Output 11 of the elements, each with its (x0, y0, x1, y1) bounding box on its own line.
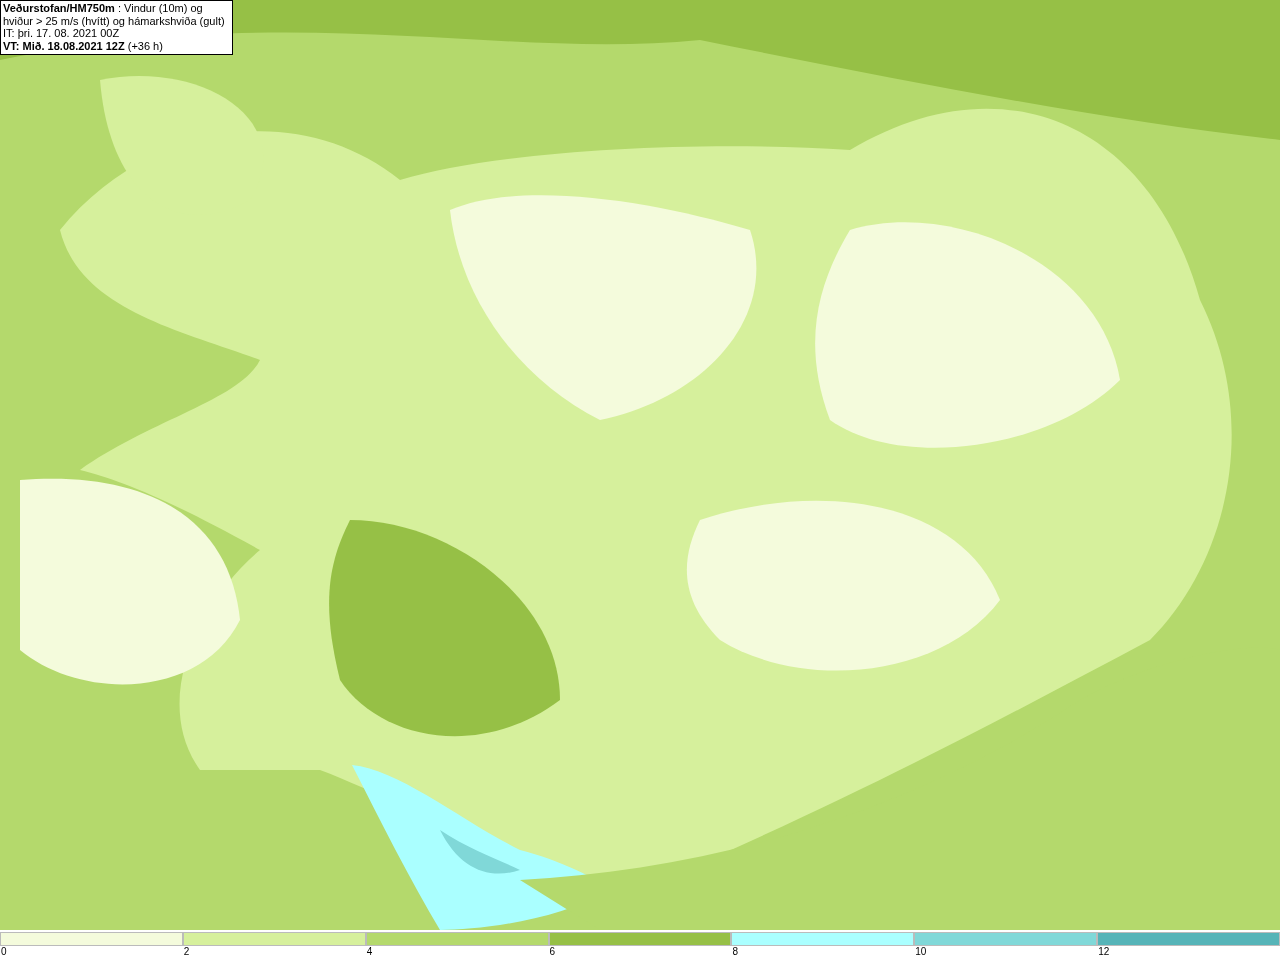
legend-label: 8 (732, 946, 738, 957)
legend-label: 10 (915, 946, 927, 957)
title-line: Veðurstofan/HM750m : Vindur (10m) og (3, 2, 204, 15)
title-line: VT: Mið. 18.08.2021 12Z (+36 h) (3, 39, 164, 52)
legend-label: 6 (549, 946, 556, 957)
legend-label: 0 (1, 946, 7, 957)
title-line: hviður > 25 m/s (hvítt) og hámarkshviða (gult) (3, 14, 226, 27)
title-line: IT: þri. 17. 08. 2021 00Z (3, 27, 121, 40)
legend-label: 12 (1098, 946, 1110, 957)
legend-label: 2 (183, 946, 190, 957)
legend-label: 4 (366, 946, 373, 957)
